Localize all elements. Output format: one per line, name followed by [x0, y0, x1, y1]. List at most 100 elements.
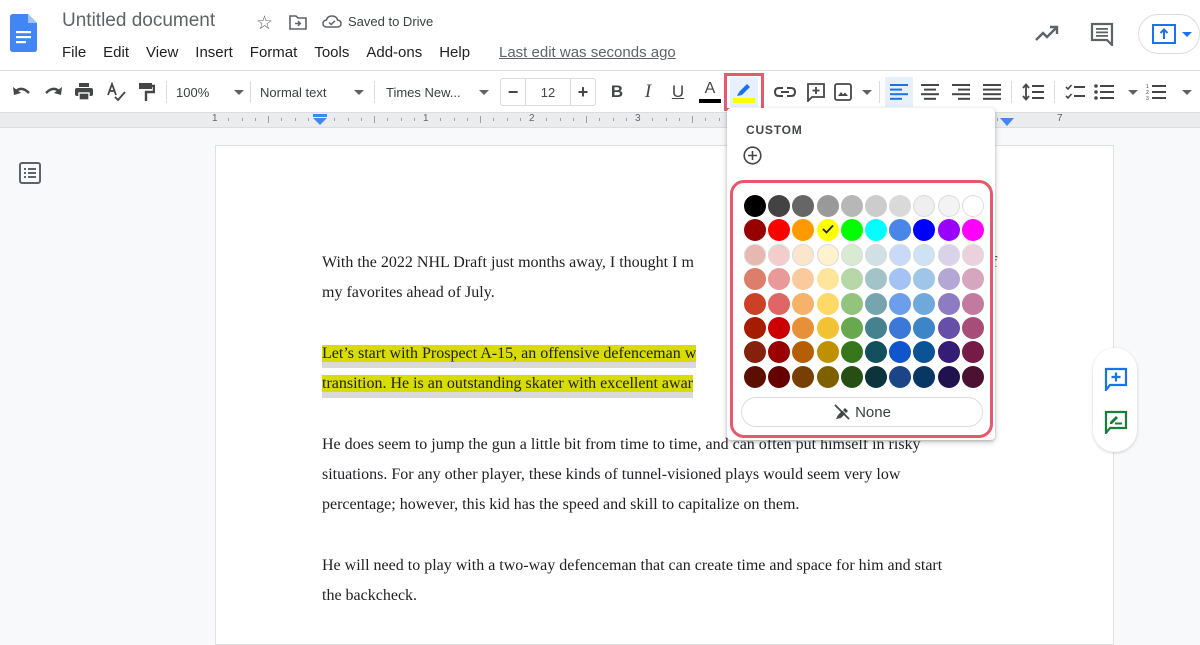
color-swatch[interactable]	[768, 316, 791, 339]
color-swatch[interactable]	[913, 292, 936, 315]
insert-link-button[interactable]	[772, 79, 798, 105]
color-swatch[interactable]	[816, 316, 839, 339]
color-swatch[interactable]	[816, 292, 839, 315]
color-swatch[interactable]	[744, 268, 766, 291]
color-swatch[interactable]	[792, 219, 815, 242]
paint-format-button[interactable]	[134, 79, 158, 105]
color-swatch[interactable]	[864, 365, 887, 388]
add-comment-icon[interactable]	[1104, 367, 1128, 391]
left-indent-marker[interactable]	[312, 114, 328, 126]
bulleted-list-button[interactable]	[1094, 79, 1138, 105]
color-swatch[interactable]	[816, 243, 839, 266]
color-swatch[interactable]	[913, 341, 936, 364]
add-comment-button[interactable]	[804, 79, 828, 105]
menu-help[interactable]: Help	[439, 44, 470, 61]
color-swatch[interactable]	[961, 365, 984, 388]
color-swatch[interactable]	[913, 365, 936, 388]
color-swatch[interactable]	[840, 195, 863, 217]
document-outline-icon[interactable]	[19, 162, 41, 184]
color-swatch[interactable]	[937, 341, 960, 364]
color-swatch[interactable]	[961, 268, 984, 291]
spelling-check-button[interactable]	[104, 79, 128, 105]
menu-edit[interactable]: Edit	[103, 44, 129, 61]
color-swatch[interactable]	[816, 365, 839, 388]
color-swatch[interactable]	[744, 243, 766, 266]
color-swatch[interactable]	[840, 268, 863, 291]
zoom-select[interactable]: 100%	[176, 79, 244, 105]
align-right-button[interactable]	[949, 79, 973, 105]
color-swatch[interactable]	[744, 316, 766, 339]
activity-dashboard-icon[interactable]	[1034, 24, 1060, 44]
bold-button[interactable]: B	[606, 79, 628, 105]
color-swatch[interactable]	[889, 219, 912, 242]
color-swatch[interactable]	[792, 243, 815, 266]
color-swatch[interactable]	[961, 243, 984, 266]
color-swatch[interactable]	[889, 341, 912, 364]
color-swatch[interactable]	[937, 243, 960, 266]
align-left-button[interactable]	[885, 77, 913, 107]
increase-font-size-button[interactable]: +	[571, 82, 595, 103]
undo-button[interactable]	[10, 79, 34, 105]
color-swatch[interactable]	[961, 219, 984, 242]
color-swatch[interactable]	[840, 219, 863, 242]
color-swatch[interactable]	[816, 268, 839, 291]
font-family-select[interactable]: Times New...	[386, 79, 489, 105]
color-swatch[interactable]	[937, 268, 960, 291]
suggest-edits-icon[interactable]	[1104, 410, 1128, 434]
color-swatch[interactable]	[792, 316, 815, 339]
menu-format[interactable]: Format	[250, 44, 298, 61]
menu-view[interactable]: View	[146, 44, 178, 61]
color-swatch[interactable]	[744, 341, 766, 364]
color-swatch[interactable]	[913, 243, 936, 266]
checklist-button[interactable]	[1062, 79, 1088, 105]
text-color-button[interactable]: A	[698, 79, 722, 105]
color-swatch[interactable]	[913, 219, 936, 242]
numbered-list-button[interactable]: 123	[1146, 79, 1192, 105]
present-button[interactable]	[1138, 14, 1200, 54]
color-swatch[interactable]	[937, 365, 960, 388]
redo-button[interactable]	[41, 79, 65, 105]
underline-button[interactable]: U	[667, 79, 689, 105]
color-swatch[interactable]	[840, 341, 863, 364]
color-swatch[interactable]	[889, 243, 912, 266]
color-swatch[interactable]	[768, 243, 791, 266]
menu-file[interactable]: File	[62, 44, 86, 61]
color-swatch[interactable]	[792, 195, 815, 217]
color-swatch[interactable]	[961, 292, 984, 315]
color-swatch[interactable]	[889, 292, 912, 315]
color-swatch[interactable]	[913, 195, 936, 217]
docs-logo-icon[interactable]	[10, 14, 37, 52]
color-swatch[interactable]	[961, 341, 984, 364]
color-swatch[interactable]	[913, 268, 936, 291]
menu-insert[interactable]: Insert	[195, 44, 233, 61]
justify-button[interactable]	[980, 79, 1004, 105]
color-swatch[interactable]	[937, 292, 960, 315]
color-swatch[interactable]	[768, 195, 791, 217]
color-swatch[interactable]	[913, 316, 936, 339]
color-swatch[interactable]	[744, 292, 766, 315]
color-swatch[interactable]	[840, 316, 863, 339]
color-swatch[interactable]	[792, 341, 815, 364]
color-swatch[interactable]	[792, 365, 815, 388]
color-swatch[interactable]	[937, 316, 960, 339]
color-swatch[interactable]	[840, 243, 863, 266]
color-swatch[interactable]	[889, 268, 912, 291]
menu-tools[interactable]: Tools	[314, 44, 349, 61]
color-swatch[interactable]	[744, 365, 766, 388]
align-center-button[interactable]	[918, 79, 942, 105]
add-custom-color-icon[interactable]	[743, 146, 762, 165]
color-swatch[interactable]	[889, 365, 912, 388]
menu-add-ons[interactable]: Add-ons	[366, 44, 422, 61]
paragraph-style-select[interactable]: Normal text	[260, 79, 364, 105]
color-swatch[interactable]	[864, 268, 887, 291]
comment-history-icon[interactable]	[1090, 22, 1114, 46]
ruler[interactable]: 1 1 2 3 7	[0, 112, 1200, 128]
save-status[interactable]: Saved to Drive	[322, 14, 433, 29]
present-dropdown-caret[interactable]	[1182, 32, 1192, 37]
document-title[interactable]: Untitled document	[62, 10, 215, 32]
color-swatch[interactable]	[864, 316, 887, 339]
decrease-font-size-button[interactable]: −	[501, 82, 525, 103]
color-swatch[interactable]	[840, 292, 863, 315]
color-swatch[interactable]	[864, 292, 887, 315]
color-swatch[interactable]	[744, 219, 766, 242]
